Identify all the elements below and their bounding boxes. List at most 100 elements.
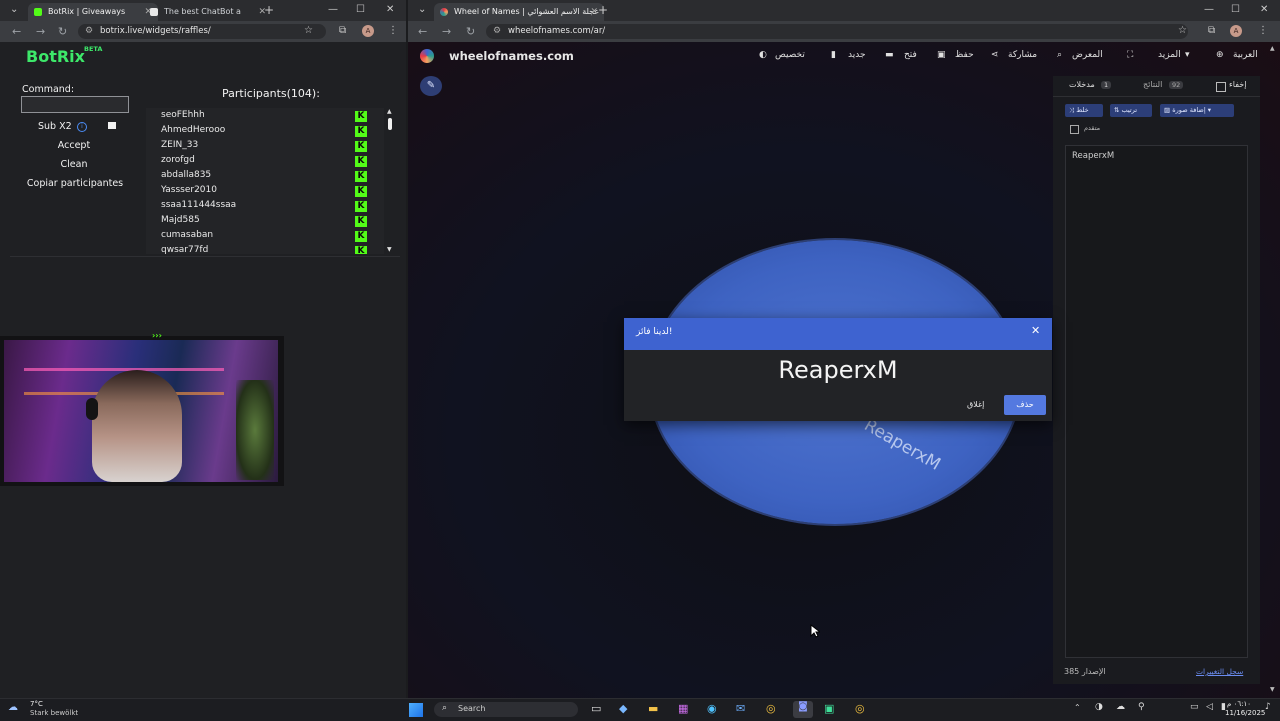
gallery-button[interactable]: المعرض [1072,50,1103,60]
sub-x2-checkbox[interactable] [108,122,116,129]
remove-button[interactable]: حذف [1004,395,1046,415]
forward-icon[interactable]: → [36,25,45,38]
file-explorer-icon[interactable]: ▬ [648,702,658,715]
entries-textarea[interactable]: ReaperxM [1065,145,1248,658]
tab-search-icon[interactable]: ⌄ [418,4,426,15]
volume-icon[interactable]: ◁ [1206,702,1213,712]
scrollbar-thumb[interactable] [388,118,392,130]
participants-scrollbar[interactable]: ▲ ▼ [386,108,394,256]
command-input[interactable] [21,96,129,113]
forward-icon[interactable]: → [442,25,451,38]
new-file-icon[interactable]: ▮ [831,50,836,60]
fullscreen-icon[interactable]: ⛶ [1127,50,1133,60]
tab-wheel-of-names[interactable]: Wheel of Names | عجلة الاسم العشوائي ✕ [434,3,604,21]
advanced-checkbox[interactable] [1070,125,1079,134]
scroll-up-icon[interactable]: ▲ [1270,45,1275,52]
palette-icon[interactable]: ◐ [759,50,767,60]
chevron-up-icon[interactable]: ⌃ [1074,703,1081,712]
taskbar-search[interactable]: ⌕ Search [434,702,578,717]
scroll-down-icon[interactable]: ▼ [387,246,392,253]
language-button[interactable]: العربية [1233,50,1258,60]
site-info-icon[interactable]: ⚙ [85,24,93,39]
new-button[interactable]: جديد [848,50,866,60]
customize-button[interactable]: تخصيص [775,50,805,60]
back-icon[interactable]: ← [418,25,427,38]
minimize-icon[interactable]: — [328,4,338,15]
left-url-field[interactable]: ⚙ botrix.live/widgets/raffles/ [78,24,326,39]
cloud-icon[interactable]: ☁ [1116,702,1125,712]
wheel-logo-icon[interactable] [420,49,434,63]
share-icon[interactable]: ⋖ [991,50,999,60]
avatar[interactable]: A [362,25,374,37]
folder-icon[interactable]: ▬ [885,50,894,60]
extensions-icon[interactable]: ⧉ [339,25,346,36]
back-icon[interactable]: ← [12,25,21,38]
hide-checkbox[interactable] [1216,82,1226,92]
site-info-icon[interactable]: ⚙ [493,24,501,39]
tab-entries[interactable]: مدخلات [1069,80,1095,89]
close-tab-icon[interactable]: ✕ [590,3,598,21]
info-icon[interactable]: i [77,122,87,132]
bookmark-star-icon[interactable]: ☆ [304,25,313,36]
search-icon[interactable]: ⌕ [1057,50,1062,60]
share-button[interactable]: مشاركة [1008,50,1037,60]
scroll-up-icon[interactable]: ▲ [387,108,392,115]
bookmark-star-icon[interactable]: ☆ [1178,25,1187,36]
mail-icon[interactable]: ✉ [736,702,745,715]
add-image-button[interactable]: ▨ إضافة صورة ▾ [1160,104,1234,117]
open-button[interactable]: فتح [904,50,917,60]
notification-bell-icon[interactable]: ♪ [1265,702,1271,712]
menu-kebab-icon[interactable]: ⋮ [1258,25,1268,36]
discord-icon[interactable]: ◙ [793,701,813,718]
tab-chatbot[interactable]: The best ChatBot a ✕ [144,3,272,21]
close-icon[interactable]: ✕ [1031,324,1040,337]
menu-kebab-icon[interactable]: ⋮ [388,25,398,36]
close-button[interactable]: إغلاق [967,400,984,409]
edge-icon[interactable]: ◉ [707,702,717,715]
tab-results[interactable]: النتائج [1143,80,1162,89]
chrome-icon[interactable]: ◎ [855,702,865,715]
site-title[interactable]: wheelofnames.com [449,49,574,63]
right-url-field[interactable]: ⚙ wheelofnames.com/ar/ [486,24,1188,39]
weather-icon[interactable]: ☁ [8,702,18,713]
sort-button[interactable]: ⇅ ترتيب [1110,104,1152,117]
clean-button[interactable]: Clean [21,159,127,170]
chrome-icon[interactable]: ◎ [766,702,776,715]
tab-search-icon[interactable]: ⌄ [10,4,18,15]
new-tab-icon[interactable]: + [598,3,608,17]
scroll-down-icon[interactable]: ▼ [1270,686,1275,693]
reload-icon[interactable]: ↻ [466,25,475,38]
store-icon[interactable]: ▦ [678,702,688,715]
edit-pencil-icon[interactable]: ✎ [420,76,442,96]
close-window-icon[interactable]: ✕ [386,4,394,15]
save-icon[interactable]: ▣ [937,50,946,60]
participants-list[interactable]: seoFEhhh K AhmedHerooo K ZEIN_33 K zorofgd K… [146,108,384,254]
minimize-icon[interactable]: — [1204,4,1214,15]
new-tab-icon[interactable]: + [264,3,274,17]
network-icon[interactable]: ▭ [1190,702,1199,712]
changelog-link[interactable]: سجل التغييرات [1196,667,1243,676]
tray-app-icon[interactable]: ◑ [1095,702,1103,712]
task-view-icon[interactable]: ▭ [591,702,601,715]
close-window-icon[interactable]: ✕ [1260,4,1268,15]
avatar[interactable]: A [1230,25,1242,37]
windows-start-icon[interactable] [409,703,423,717]
tab-botrix[interactable]: BotRix | Giveaways ✕ [28,3,158,21]
botrix-logo[interactable]: BotRix [26,47,85,66]
reload-icon[interactable]: ↻ [58,25,67,38]
microphone-icon[interactable]: ⚲ [1138,702,1145,712]
shuffle-button[interactable]: ⤨ خلط [1065,104,1103,117]
extensions-icon[interactable]: ⧉ [1208,25,1215,36]
participant-name: Yassser2010 [161,185,217,195]
more-button[interactable]: المزيد [1158,50,1181,60]
maximize-icon[interactable]: ☐ [1231,4,1240,15]
save-button[interactable]: حفظ [955,50,974,60]
copy-participants-button[interactable]: Copiar participantes [21,178,129,189]
app-icon[interactable]: ▣ [824,702,834,715]
copilot-icon[interactable]: ◆ [619,702,627,715]
globe-icon[interactable]: ⊕ [1216,50,1224,60]
maximize-icon[interactable]: ☐ [356,4,365,15]
accept-button[interactable]: Accept [21,140,127,151]
clock-date[interactable]: 11/16/2025 [1225,709,1265,717]
clock-time[interactable]: ٠٦:١٠ م [1227,700,1251,708]
